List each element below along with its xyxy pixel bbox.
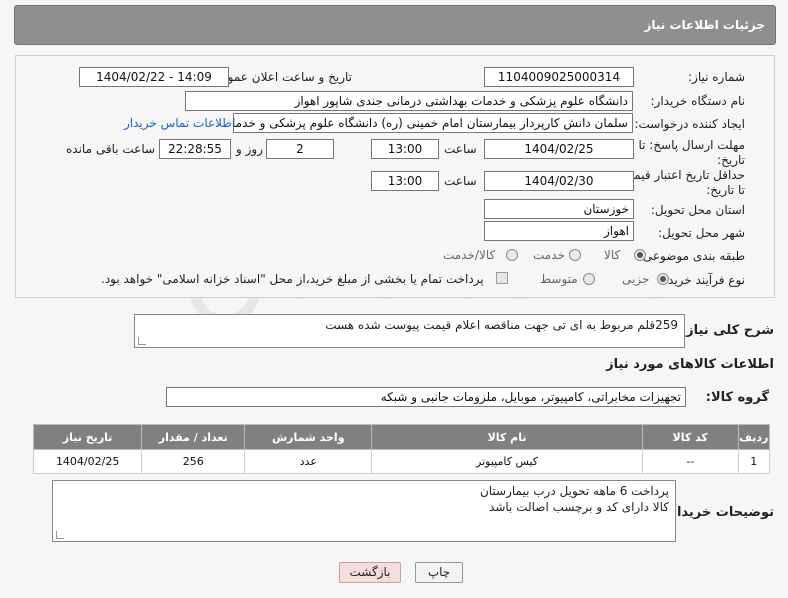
resize-handle-icon[interactable] — [56, 531, 64, 539]
description-textarea: 259قلم مربوط به ای تی جهت مناقصه اعلام ق… — [134, 314, 685, 348]
cell-row-number: 1 — [737, 449, 771, 474]
table-header-row: ردیف کد کالا نام کالا واحد شمارش تعداد /… — [32, 424, 771, 450]
print-button[interactable]: چاپ — [415, 562, 463, 583]
goods-group-field: تجهیزات مخابراتی، کامپیوتر، موبایل، ملزو… — [166, 387, 686, 407]
remaining-time-field: 22:28:55 — [159, 139, 231, 159]
buyer-notes-textarea: پرداخت 6 ماهه تحویل درب بیمارستان کالا د… — [52, 480, 676, 542]
city-label: شهر محل تحویل: — [658, 226, 745, 240]
buyer-notes-label: توضیحات خریدار: — [664, 505, 774, 520]
reply-deadline-label-2: تاریخ: — [717, 153, 745, 167]
category-option-service: خدمت — [533, 248, 565, 262]
buyer-org-field: دانشگاه علوم پزشکی و خدمات بهداشتی درمان… — [185, 91, 633, 111]
resize-handle-icon[interactable] — [138, 337, 146, 345]
page-header: جزئیات اطلاعات نیاز — [14, 5, 776, 45]
price-validity-time-field: 13:00 — [371, 171, 439, 191]
price-validity-time-label: ساعت — [444, 174, 477, 188]
cell-code: -- — [641, 449, 739, 474]
category-option-goods: کالا — [604, 248, 621, 262]
reply-date-field: 1404/02/25 — [484, 139, 634, 159]
price-validity-label: حداقل تاریخ اعتبار قیمت: — [618, 168, 745, 182]
back-button[interactable]: بازگشت — [339, 562, 401, 583]
treasury-payment-note: پرداخت تمام یا بخشی از مبلغ خرید،از محل … — [101, 272, 484, 286]
reply-time-label: ساعت — [444, 142, 477, 156]
cell-name: کیس کامپیوتر — [371, 449, 643, 474]
col-header-row-number: ردیف — [737, 424, 771, 450]
description-label: شرح کلی نیاز: — [680, 323, 774, 338]
buyer-org-label: نام دستگاه خریدار: — [650, 94, 746, 108]
page-title: جزئیات اطلاعات نیاز — [644, 18, 765, 32]
cell-need-date: 1404/02/25 — [32, 449, 143, 474]
price-validity-label-2: تا تاریخ: — [706, 183, 745, 197]
goods-group-label: گروه کالا: — [705, 390, 769, 405]
cell-unit: عدد — [244, 449, 373, 474]
col-header-need-date: تاریخ نیاز — [32, 424, 143, 450]
col-header-name: نام کالا — [371, 424, 643, 450]
reply-days-field: 2 — [266, 139, 334, 159]
items-table: ردیف کد کالا نام کالا واحد شمارش تعداد /… — [32, 424, 771, 474]
need-number-field: 1104009025000314 — [484, 67, 634, 87]
category-label: طبقه بندی موضوعی: — [638, 249, 745, 263]
city-field: اهواز — [484, 221, 634, 241]
remaining-time-label: ساعت باقی مانده — [66, 142, 156, 156]
table-row[interactable]: 1 -- کیس کامپیوتر عدد 256 1404/02/25 — [32, 449, 771, 474]
cell-quantity: 256 — [141, 449, 246, 474]
purchase-type-label: نوع فرآیند خرید : — [660, 273, 745, 287]
province-field: خوزستان — [484, 199, 634, 219]
category-radio-service[interactable] — [569, 249, 581, 261]
category-option-both: کالا/خدمت — [443, 248, 496, 262]
need-number-label: شماره نیاز: — [688, 70, 745, 84]
reply-time-field: 13:00 — [371, 139, 439, 159]
purchase-option-minor: جزیی — [622, 272, 650, 286]
buyer-notes-line-2: کالا دارای کد و برچسب اصالت باشد — [489, 500, 669, 514]
description-text: 259قلم مربوط به ای تی جهت مناقصه اعلام ق… — [325, 318, 678, 332]
requester-label: ایجاد کننده درخواست: — [634, 117, 745, 131]
buyer-notes-line-1: پرداخت 6 ماهه تحویل درب بیمارستان — [479, 484, 669, 498]
purchase-radio-minor[interactable] — [657, 273, 669, 285]
requester-field: سلمان دانش کارپرداز بیمارستان امام خمینی… — [233, 113, 633, 133]
buyer-contact-link[interactable]: اطلاعات تماس خریدار — [124, 116, 235, 130]
goods-section-title: اطلاعات کالاهای مورد نیاز — [606, 357, 774, 372]
purchase-radio-medium[interactable] — [583, 273, 595, 285]
col-header-quantity: تعداد / مقدار — [141, 424, 246, 450]
col-header-unit: واحد شمارش — [244, 424, 373, 450]
reply-days-label: روز و — [236, 142, 263, 156]
price-validity-date-field: 1404/02/30 — [484, 171, 634, 191]
category-radio-goods[interactable] — [634, 249, 646, 261]
announce-datetime-field: 1404/02/22 - 14:09 — [79, 67, 229, 87]
purchase-option-medium: متوسط — [540, 272, 578, 286]
treasury-payment-checkbox[interactable] — [496, 272, 508, 284]
col-header-code: کد کالا — [641, 424, 739, 450]
category-radio-both[interactable] — [506, 249, 518, 261]
reply-deadline-label: مهلت ارسال پاسخ: تا — [638, 138, 745, 152]
province-label: استان محل تحویل: — [650, 203, 745, 217]
